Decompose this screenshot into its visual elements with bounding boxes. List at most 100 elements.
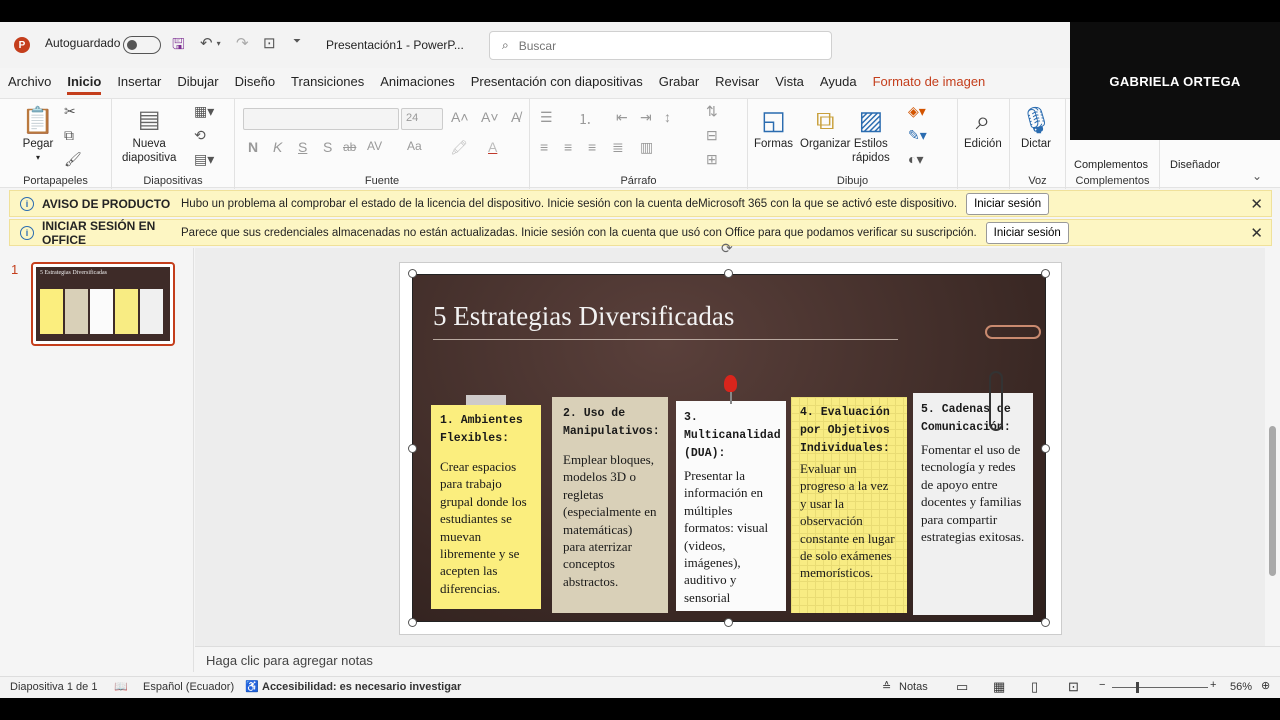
reset-icon[interactable]: ⟲ bbox=[194, 127, 206, 144]
bold-icon[interactable]: N bbox=[248, 139, 258, 155]
numbering-icon[interactable]: ⒈ bbox=[578, 109, 592, 129]
customize-toolbar-icon[interactable]: ⏷ bbox=[293, 36, 301, 47]
spelling-icon[interactable]: 📖 bbox=[114, 680, 128, 693]
shapes-button[interactable]: ◱ Formas bbox=[754, 103, 793, 151]
resize-handle-tr[interactable] bbox=[1041, 269, 1050, 278]
zoom-in-icon[interactable]: + bbox=[1210, 679, 1216, 691]
resize-handle-b[interactable] bbox=[724, 618, 733, 627]
section-icon[interactable]: ▤▾ bbox=[194, 151, 214, 168]
undo-icon[interactable]: ↶ bbox=[200, 34, 213, 52]
tab-vista[interactable]: Vista bbox=[767, 71, 812, 93]
dictate-button[interactable]: 🎙 Dictar bbox=[1020, 103, 1053, 151]
notes-icon[interactable]: ≙ bbox=[882, 680, 891, 693]
font-name-combo[interactable] bbox=[243, 108, 399, 130]
spacing-icon[interactable]: AV bbox=[367, 139, 382, 153]
tab-animaciones[interactable]: Animaciones bbox=[372, 71, 462, 93]
shrink-font-icon[interactable]: A˅ bbox=[481, 109, 499, 125]
resize-handle-br[interactable] bbox=[1041, 618, 1050, 627]
zoom-level[interactable]: 56% bbox=[1230, 681, 1252, 693]
resize-handle-r[interactable] bbox=[1041, 444, 1050, 453]
autosave-toggle[interactable] bbox=[123, 36, 161, 54]
arrange-button[interactable]: ⧉ Organizar bbox=[800, 103, 851, 151]
clear-format-icon[interactable]: A̸ bbox=[511, 109, 520, 125]
grow-font-icon[interactable]: A˄ bbox=[451, 109, 469, 125]
sign-in-button[interactable]: Iniciar sesión bbox=[966, 192, 1050, 215]
quick-styles-button[interactable]: ▨ Estilos rápidos bbox=[852, 103, 890, 165]
accessibility-icon[interactable]: ♿ bbox=[245, 680, 259, 693]
align-center-icon[interactable]: ≡ bbox=[564, 139, 572, 155]
strikethrough-icon[interactable]: ab bbox=[343, 140, 356, 154]
shape-outline-icon[interactable]: ✎▾ bbox=[908, 127, 927, 144]
new-slide-button[interactable]: ▤ Nueva diapositiva bbox=[122, 103, 176, 165]
paste-button[interactable]: 📋 Pegar ▾ bbox=[22, 103, 54, 165]
undo-dropdown-icon[interactable]: ▾ bbox=[217, 39, 221, 48]
tab-diseno[interactable]: Diseño bbox=[227, 71, 283, 93]
zoom-slider-knob[interactable] bbox=[1136, 682, 1139, 693]
change-case-icon[interactable]: Aa bbox=[407, 139, 422, 153]
editing-button[interactable]: ⌕ Edición bbox=[964, 103, 1002, 151]
normal-view-icon[interactable]: ▭ bbox=[956, 679, 968, 695]
accessibility-status[interactable]: Accesibilidad: es necesario investigar bbox=[262, 681, 461, 693]
tab-presentacion[interactable]: Presentación con diapositivas bbox=[463, 71, 651, 93]
layout-icon[interactable]: ▦▾ bbox=[194, 103, 214, 120]
justify-icon[interactable]: ≣ bbox=[612, 139, 624, 156]
vertical-scrollbar[interactable] bbox=[1265, 248, 1280, 668]
tab-transiciones[interactable]: Transiciones bbox=[283, 71, 372, 93]
smartart-icon[interactable]: ⊞ bbox=[706, 151, 718, 168]
font-color-icon[interactable]: A bbox=[488, 139, 497, 155]
format-painter-icon[interactable]: 🖌 bbox=[64, 151, 82, 168]
resize-handle-t[interactable] bbox=[724, 269, 733, 278]
underline-icon[interactable]: S bbox=[298, 139, 307, 155]
scrollbar-thumb[interactable] bbox=[1269, 426, 1276, 576]
tab-insertar[interactable]: Insertar bbox=[109, 71, 169, 93]
increase-indent-icon[interactable]: ⇥ bbox=[640, 109, 652, 126]
rotate-handle-icon[interactable]: ⟳ bbox=[721, 240, 733, 257]
notes-button[interactable]: Notas bbox=[899, 681, 928, 693]
resize-handle-bl[interactable] bbox=[408, 618, 417, 627]
redo-icon[interactable]: ↷ bbox=[236, 34, 249, 52]
slide-thumbnail[interactable]: 5 Estrategias Diversificadas bbox=[31, 262, 175, 346]
tab-ayuda[interactable]: Ayuda bbox=[812, 71, 865, 93]
designer-button[interactable]: Diseñador bbox=[1170, 159, 1220, 171]
align-right-icon[interactable]: ≡ bbox=[588, 139, 596, 155]
resize-handle-tl[interactable] bbox=[408, 269, 417, 278]
italic-icon[interactable]: K bbox=[273, 139, 282, 155]
align-text-icon[interactable]: ⊟ bbox=[706, 127, 718, 144]
collapse-ribbon-icon[interactable]: ⌄ bbox=[1252, 169, 1262, 183]
notes-pane[interactable]: Haga clic para agregar notas bbox=[195, 646, 1280, 676]
tab-grabar[interactable]: Grabar bbox=[651, 71, 707, 93]
slide-sorter-icon[interactable]: ▦ bbox=[993, 679, 1005, 695]
line-spacing-icon[interactable]: ↕ bbox=[664, 109, 671, 125]
present-icon[interactable]: ⊡ bbox=[263, 34, 276, 52]
addins-button[interactable]: Complementos bbox=[1074, 159, 1148, 171]
close-icon[interactable]: ✕ bbox=[1250, 224, 1263, 242]
language[interactable]: Español (Ecuador) bbox=[143, 681, 234, 693]
text-direction-icon[interactable]: ⇅ bbox=[706, 103, 718, 120]
cut-icon[interactable]: ✂ bbox=[64, 103, 76, 120]
reading-view-icon[interactable]: ▯ bbox=[1031, 679, 1038, 695]
shadow-icon[interactable]: S bbox=[323, 139, 332, 155]
tab-inicio[interactable]: Inicio bbox=[59, 71, 109, 95]
save-icon[interactable]: 🖫 bbox=[172, 34, 185, 59]
decrease-indent-icon[interactable]: ⇤ bbox=[616, 109, 628, 126]
shape-fill-icon[interactable]: ◈▾ bbox=[908, 103, 926, 120]
tab-dibujar[interactable]: Dibujar bbox=[169, 71, 226, 93]
tab-archivo[interactable]: Archivo bbox=[0, 71, 59, 93]
search-input[interactable] bbox=[518, 38, 799, 53]
resize-handle-l[interactable] bbox=[408, 444, 417, 453]
selected-picture[interactable]: 5 Estrategias Diversificadas 1. Ambiente… bbox=[412, 274, 1046, 622]
columns-icon[interactable]: ▥ bbox=[640, 139, 653, 156]
align-left-icon[interactable]: ≡ bbox=[540, 139, 548, 155]
highlight-icon[interactable]: 🖍 bbox=[450, 139, 468, 156]
copy-icon[interactable]: ⧉ bbox=[64, 127, 74, 144]
bullets-icon[interactable]: ☰ bbox=[540, 109, 553, 126]
shape-effects-icon[interactable]: ◐▾ bbox=[908, 151, 923, 168]
zoom-slider[interactable] bbox=[1112, 687, 1208, 688]
close-icon[interactable]: ✕ bbox=[1250, 195, 1263, 213]
zoom-out-icon[interactable]: − bbox=[1099, 679, 1105, 691]
fit-slide-icon[interactable]: ⊕ bbox=[1261, 679, 1270, 692]
search-box[interactable]: ⌕ bbox=[489, 31, 832, 60]
tab-formato-imagen[interactable]: Formato de imagen bbox=[865, 71, 994, 93]
slideshow-icon[interactable]: ⊡ bbox=[1068, 679, 1079, 695]
font-size-combo[interactable]: 24 bbox=[401, 108, 443, 130]
